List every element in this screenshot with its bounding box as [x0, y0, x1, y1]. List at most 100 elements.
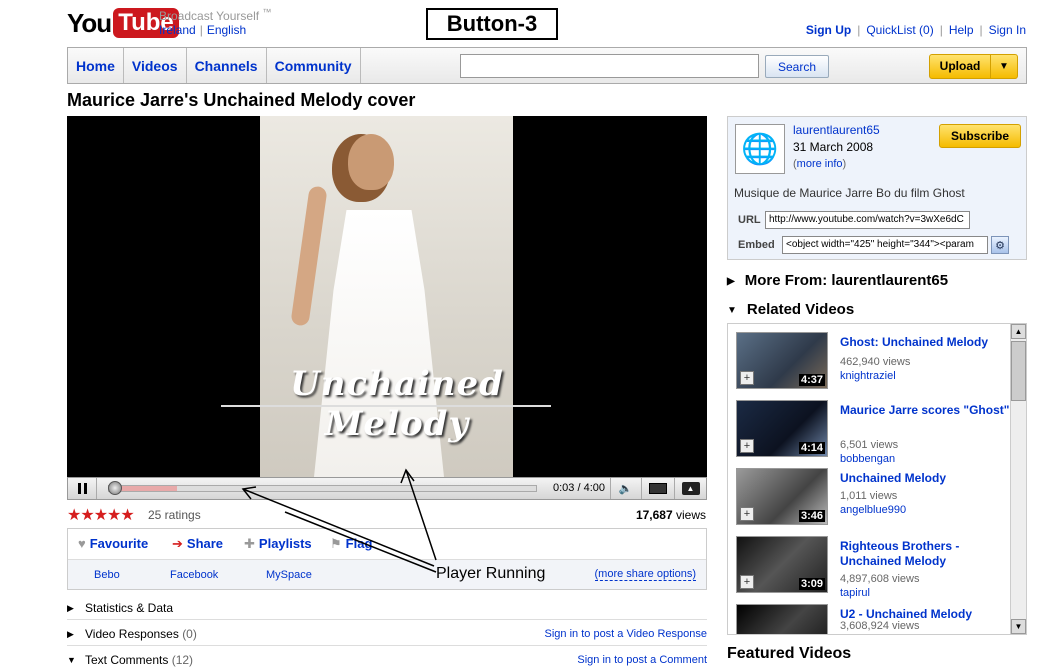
related-user[interactable]: tapirul — [840, 587, 870, 599]
section-text-comments[interactable]: ▼ Text Comments (12) Sign in to post a C… — [67, 648, 707, 670]
list-item[interactable]: +3:09 Righteous Brothers - Unchained Mel… — [736, 536, 1016, 599]
channel-info-box: 🌐 laurentlaurent65 31 March 2008 (more i… — [727, 116, 1027, 260]
quicklist-count: (0) — [919, 23, 934, 37]
section-name: Statistics & Data — [85, 601, 174, 615]
tagline-text: Broadcast Yourself — [159, 9, 260, 23]
more-info-close: ) — [842, 158, 847, 170]
pause-button[interactable] — [68, 478, 97, 499]
view-count: 17,687 views — [636, 508, 706, 522]
more-share-options[interactable]: (more share options) — [594, 568, 696, 581]
share-facebook[interactable]: Facebook — [170, 569, 218, 581]
flag-button[interactable]: ⚑ Flag — [330, 536, 372, 552]
player-controls: 0:03 / 4:00 🔈 ▲ — [67, 477, 707, 500]
related-videos-heading[interactable]: ▼ Related Videos — [727, 301, 854, 318]
globe-icon[interactable]: 🌐 — [735, 124, 785, 174]
related-user[interactable]: angelblue990 — [840, 504, 906, 516]
signin-link[interactable]: Sign In — [989, 23, 1026, 37]
more-info-link[interactable]: more info — [797, 158, 843, 170]
channel-username[interactable]: laurentlaurent65 — [793, 123, 880, 137]
playlists-label: Playlists — [258, 536, 312, 551]
url-field[interactable]: http://www.youtube.com/watch?v=3wXe6dC — [765, 211, 970, 229]
related-user[interactable]: bobbengan — [840, 453, 895, 465]
help-link[interactable]: Help — [949, 23, 974, 37]
add-icon[interactable]: + — [740, 507, 754, 521]
video-thumbnail[interactable]: +4:14 — [736, 400, 828, 457]
upload-button[interactable]: Upload ▼ — [929, 54, 1018, 79]
video-thumbnail[interactable]: +4:37 — [736, 332, 828, 389]
rating-stars[interactable]: ★★★★★ — [67, 505, 135, 525]
list-item[interactable]: +4:14 Maurice Jarre scores "Ghost" 6,501… — [736, 400, 1016, 465]
progress-bar[interactable] — [108, 485, 537, 492]
list-item[interactable]: U2 - Unchained Melody 3,608,924 views — [736, 604, 1016, 634]
favourite-button[interactable]: ♥ Favourite — [78, 536, 148, 551]
views-number: 17,687 — [635, 508, 673, 522]
chevron-down-icon[interactable]: ▼ — [991, 61, 1017, 72]
subscribe-button[interactable]: Subscribe — [939, 124, 1021, 148]
video-thumbnail[interactable]: +3:46 — [736, 468, 828, 525]
post-video-response-link[interactable]: Sign in to post a Video Response — [545, 628, 707, 640]
video-thumbnail[interactable] — [736, 604, 828, 634]
tab-videos[interactable]: Videos — [124, 48, 187, 83]
share-myspace[interactable]: MySpace — [266, 569, 312, 581]
time-display: 0:03 / 4:00 — [553, 482, 605, 494]
related-title[interactable]: Unchained Melody — [840, 471, 1010, 486]
section-count: (0) — [182, 627, 197, 641]
star-icon[interactable]: ★ — [120, 507, 134, 524]
embed-field[interactable]: <object width="425" height="344"><param — [782, 236, 988, 254]
star-icon[interactable]: ★ — [94, 507, 108, 524]
section-title: Statistics & Data — [85, 601, 173, 615]
scroll-down-icon[interactable]: ▼ — [1011, 619, 1026, 634]
search-button[interactable]: Search — [765, 55, 829, 78]
video-overlay-text: Unchained Melody — [290, 364, 504, 444]
star-icon[interactable]: ★ — [67, 507, 81, 524]
signup-link[interactable]: Sign Up — [806, 23, 851, 37]
scrollbar-thumb[interactable] — [1011, 341, 1026, 401]
playlists-button[interactable]: ✚ Playlists — [244, 536, 312, 552]
quicklist-link[interactable]: QuickList (0) — [866, 23, 933, 37]
tab-home[interactable]: Home — [68, 48, 124, 83]
add-icon[interactable]: + — [740, 575, 754, 589]
tab-community[interactable]: Community — [267, 48, 361, 83]
search-input[interactable] — [460, 54, 759, 78]
post-comment-link[interactable]: Sign in to post a Comment — [577, 654, 707, 666]
quicklist-label: QuickList — [866, 23, 916, 37]
related-videos-label: Related Videos — [746, 301, 855, 318]
related-title[interactable]: Ghost: Unchained Melody — [840, 335, 1010, 350]
star-icon[interactable]: ★ — [80, 507, 94, 524]
related-scrollbar[interactable]: ▲ ▼ — [1010, 324, 1026, 634]
video-duration: 4:14 — [798, 442, 825, 454]
scroll-up-icon[interactable]: ▲ — [1011, 324, 1026, 339]
section-title: Text Comments (12) — [85, 653, 193, 667]
language-link[interactable]: English — [207, 23, 246, 37]
country-link[interactable]: Ireland — [159, 23, 196, 37]
url-label: URL — [738, 214, 761, 226]
video-player[interactable]: Unchained Melody — [67, 116, 707, 477]
add-icon[interactable]: + — [740, 439, 754, 453]
tab-channels[interactable]: Channels — [187, 48, 267, 83]
share-button[interactable]: ➔ Share — [172, 536, 223, 552]
related-views: 1,011 views — [840, 490, 898, 502]
related-title[interactable]: Maurice Jarre scores "Ghost" — [840, 403, 1010, 418]
favourite-label: Favourite — [89, 536, 149, 551]
share-label: Share — [186, 536, 224, 551]
gear-icon[interactable]: ⚙ — [991, 236, 1009, 254]
related-title[interactable]: Righteous Brothers - Unchained Melody — [840, 539, 1010, 569]
volume-icon[interactable]: 🔈 — [610, 478, 640, 499]
section-statistics[interactable]: ▶ Statistics & Data — [67, 596, 707, 620]
heart-icon: ♥ — [78, 536, 86, 551]
annotation-player-running: Player Running — [436, 565, 546, 582]
list-item[interactable]: +4:37 Ghost: Unchained Melody 462,940 vi… — [736, 332, 1016, 392]
share-bebo[interactable]: Bebo — [94, 569, 120, 581]
section-video-responses[interactable]: ▶ Video Responses (0) Sign in to post a … — [67, 622, 707, 646]
screen-size-icon[interactable] — [641, 478, 673, 499]
more-from-heading[interactable]: ▶ More From: laurentlaurent65 — [727, 272, 948, 289]
related-user[interactable]: knightraziel — [840, 370, 896, 382]
featured-videos-heading: Featured Videos — [727, 645, 852, 662]
fullscreen-icon[interactable]: ▲ — [674, 478, 706, 499]
add-icon[interactable]: + — [740, 371, 754, 385]
list-item[interactable]: +3:46 Unchained Melody 1,011 views angel… — [736, 468, 1016, 528]
share-options-row: Bebo Facebook MySpace (more share option… — [68, 560, 706, 589]
video-thumbnail[interactable]: +3:09 — [736, 536, 828, 593]
scrubber-handle[interactable] — [108, 481, 122, 495]
star-icon[interactable]: ★ — [107, 507, 121, 524]
